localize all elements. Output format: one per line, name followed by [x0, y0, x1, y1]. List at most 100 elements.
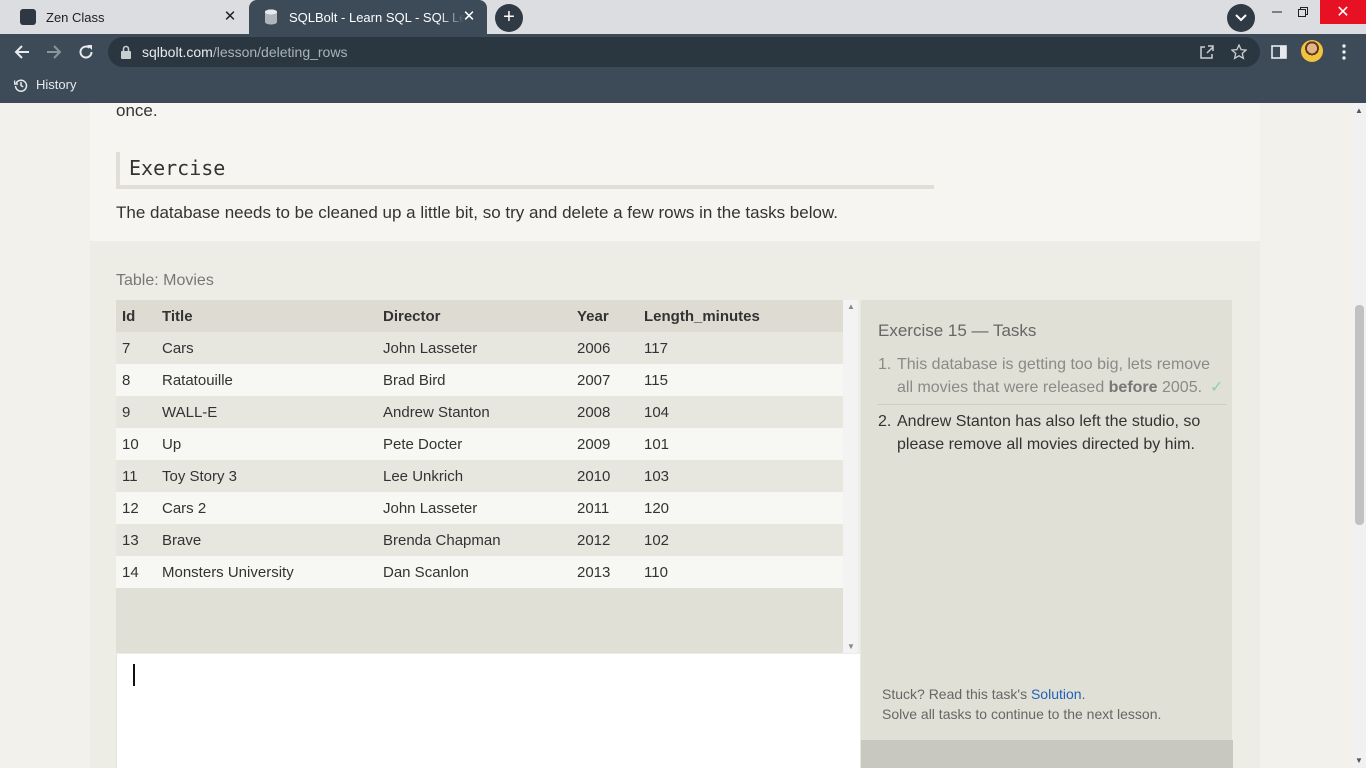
- scroll-down-arrow-icon[interactable]: ▼: [847, 642, 855, 651]
- profile-avatar[interactable]: [1301, 40, 1323, 62]
- cell-id: 12: [116, 492, 156, 524]
- more-menu-icon[interactable]: [1334, 42, 1354, 62]
- url-text: sqlbolt.com/lesson/deleting_rows: [142, 44, 347, 60]
- share-icon[interactable]: [1198, 43, 1216, 61]
- side-panel-icon[interactable]: [1269, 42, 1289, 62]
- scroll-up-arrow-icon[interactable]: ▲: [847, 302, 855, 311]
- page-scrollbar-thumb[interactable]: [1355, 305, 1364, 525]
- cell-director: John Lasseter: [377, 492, 571, 524]
- close-tab-icon[interactable]: ✕: [222, 9, 238, 25]
- cell-director: Dan Scanlon: [377, 556, 571, 588]
- arrow-left-icon: [14, 45, 29, 59]
- table-row: 13 Brave Brenda Chapman 2012 102: [116, 524, 843, 556]
- table-scrollbar[interactable]: ▲ ▼: [843, 300, 858, 653]
- new-tab-button[interactable]: +: [495, 4, 523, 32]
- zen-class-favicon-icon: [20, 9, 36, 25]
- stuck-help: Stuck? Read this task's Solution. Solve …: [882, 684, 1161, 724]
- forward-button[interactable]: [42, 40, 66, 64]
- tab-title: SQLBolt - Learn SQL - SQL Lesson: [289, 9, 465, 25]
- url-path: /lesson/deleting_rows: [212, 44, 348, 60]
- cell-length: 120: [638, 492, 843, 524]
- text-cursor: [133, 664, 135, 686]
- tab-strip: Zen Class ✕ SQLBolt - Learn SQL - SQL Le…: [0, 0, 1366, 34]
- back-button[interactable]: [10, 40, 34, 64]
- database-favicon-icon: [263, 9, 279, 25]
- close-window-button[interactable]: ✕: [1320, 0, 1366, 24]
- table-label: Table: Movies: [116, 272, 214, 289]
- cell-length: 101: [638, 428, 843, 460]
- column-header-id: Id: [116, 300, 156, 332]
- cell-length: 104: [638, 396, 843, 428]
- task-number: 2.: [878, 413, 892, 430]
- cell-id: 7: [116, 332, 156, 364]
- checkmark-icon: ✓: [1210, 379, 1224, 396]
- page-viewport: once. Exercise The database needs to be …: [0, 103, 1352, 768]
- scroll-down-arrow-icon[interactable]: ▼: [1355, 756, 1363, 765]
- cell-director: Lee Unkrich: [377, 460, 571, 492]
- cell-length: 115: [638, 364, 843, 396]
- column-header-title: Title: [156, 300, 377, 332]
- reload-button[interactable]: [74, 40, 98, 64]
- arrow-right-icon: [47, 45, 62, 59]
- table-row: 10 Up Pete Docter 2009 101: [116, 428, 843, 460]
- table-row: 9 WALL-E Andrew Stanton 2008 104: [116, 396, 843, 428]
- table-row: 14 Monsters University Dan Scanlon 2013 …: [116, 556, 843, 588]
- sql-query-editor[interactable]: [116, 654, 860, 768]
- cell-director: Brad Bird: [377, 364, 571, 396]
- address-bar[interactable]: sqlbolt.com/lesson/deleting_rows: [108, 37, 1260, 67]
- cell-director: John Lasseter: [377, 332, 571, 364]
- bookmark-star-icon[interactable]: [1230, 43, 1248, 61]
- cell-title: WALL-E: [156, 396, 377, 428]
- table-row: 8 Ratatouille Brad Bird 2007 115: [116, 364, 843, 396]
- cell-id: 10: [116, 428, 156, 460]
- cell-year: 2013: [571, 556, 638, 588]
- table-header-row: Id Title Director Year Length_minutes: [116, 300, 843, 332]
- task-item-completed: 1. This database is getting too big, let…: [878, 353, 1226, 405]
- scroll-up-arrow-icon[interactable]: ▲: [1355, 106, 1363, 115]
- task-number: 1.: [878, 356, 892, 373]
- cell-title: Cars: [156, 332, 377, 364]
- cell-year: 2008: [571, 396, 638, 428]
- url-domain: sqlbolt.com: [142, 44, 213, 60]
- movies-table: Id Title Director Year Length_minutes 7 …: [116, 300, 843, 588]
- lesson-content: once. Exercise The database needs to be …: [90, 103, 1260, 768]
- cell-id: 13: [116, 524, 156, 556]
- cell-length: 117: [638, 332, 843, 364]
- bookmark-label: History: [36, 77, 77, 92]
- cell-id: 8: [116, 364, 156, 396]
- cell-length: 102: [638, 524, 843, 556]
- browser-toolbar: sqlbolt.com/lesson/deleting_rows: [0, 34, 1366, 70]
- chevron-down-icon: [1235, 14, 1247, 22]
- close-tab-icon[interactable]: ✕: [461, 9, 477, 25]
- task-text-post: 2005.: [1157, 379, 1203, 396]
- table-row: 7 Cars John Lasseter 2006 117: [116, 332, 843, 364]
- bookmarks-bar: History: [0, 70, 1366, 103]
- tab-zen-class[interactable]: Zen Class ✕: [0, 0, 248, 34]
- exercise-area: Table: Movies Id Title Director Year Len…: [90, 241, 1260, 768]
- cell-title: Brave: [156, 524, 377, 556]
- tasks-title: Exercise 15 — Tasks: [878, 321, 1037, 340]
- cell-title: Up: [156, 428, 377, 460]
- solution-link[interactable]: Solution: [1031, 686, 1082, 702]
- cell-director: Brenda Chapman: [377, 524, 571, 556]
- cell-title: Toy Story 3: [156, 460, 377, 492]
- tasks-footer-bar: [861, 740, 1233, 768]
- tab-search-button[interactable]: [1227, 4, 1255, 32]
- page-scrollbar[interactable]: ▲ ▼: [1352, 103, 1366, 768]
- lock-icon: [121, 45, 131, 59]
- task-list: 1. This database is getting too big, let…: [878, 353, 1226, 456]
- cell-title: Monsters University: [156, 556, 377, 588]
- reload-icon: [79, 45, 93, 59]
- exercise-description: The database needs to be cleaned up a li…: [116, 203, 839, 222]
- history-icon: [14, 78, 28, 92]
- continue-hint: Solve all tasks to continue to the next …: [882, 706, 1162, 722]
- stuck-prefix: Stuck? Read this task's: [882, 686, 1031, 702]
- lesson-text-fragment: once.: [116, 103, 158, 120]
- tab-sqlbolt[interactable]: SQLBolt - Learn SQL - SQL Lesson ✕: [249, 0, 487, 34]
- cell-year: 2007: [571, 364, 638, 396]
- cell-year: 2006: [571, 332, 638, 364]
- bookmark-history[interactable]: History: [14, 77, 76, 92]
- exercise-heading: Exercise: [116, 152, 934, 189]
- table-row: 11 Toy Story 3 Lee Unkrich 2010 103: [116, 460, 843, 492]
- cell-title: Ratatouille: [156, 364, 377, 396]
